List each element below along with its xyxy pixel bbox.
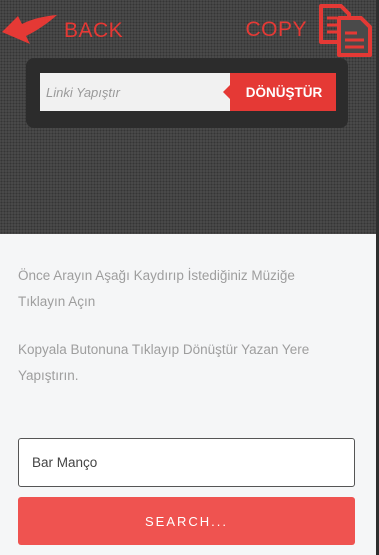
instruction-text-search: Önce Arayın Aşağı Kaydırıp İstediğiniz M…: [18, 268, 295, 309]
back-label: BACK: [64, 19, 124, 42]
instruction-text-paste: Kopyala Butonuna Tıklayıp Dönüştür Yazan…: [18, 342, 310, 383]
back-button[interactable]: BACK: [0, 6, 135, 56]
arrow-left-icon: [0, 10, 58, 52]
search-button[interactable]: SEARCH...: [18, 497, 355, 545]
search-input[interactable]: [18, 438, 355, 487]
link-convert-panel: DÖNÜŞTÜR: [26, 58, 348, 128]
copy-document-icon: [317, 2, 375, 58]
copy-button[interactable]: COPY: [245, 2, 375, 58]
copy-label: COPY: [245, 18, 307, 41]
header-panel: BACK COPY DÖNÜŞTÜR: [0, 0, 379, 234]
link-input[interactable]: [40, 73, 230, 111]
convert-button[interactable]: DÖNÜŞTÜR: [230, 73, 336, 111]
